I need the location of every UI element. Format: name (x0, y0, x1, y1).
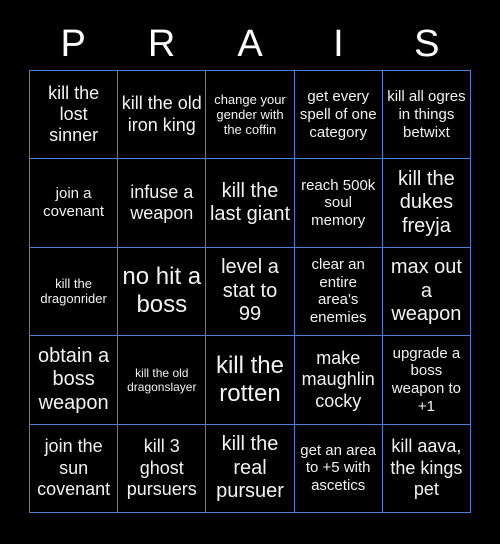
bingo-cell-label: change your gender with the coffin (214, 91, 286, 138)
bingo-cell-label: kill the real pursuer (216, 432, 284, 503)
bingo-header-letter-1: P (60, 23, 86, 65)
bingo-cell-r4c3[interactable]: kill the rotten (206, 336, 295, 425)
bingo-cell-label: get an area to +5 with ascetics (300, 441, 377, 495)
bingo-cell-r5c4[interactable]: get an area to +5 with ascetics (294, 424, 383, 513)
bingo-cell-r3c3[interactable]: level a stat to 99 (206, 247, 295, 337)
bingo-cell-r5c3[interactable]: kill the real pursuer (206, 424, 295, 513)
bingo-cell-label: kill the dukes freyja (398, 167, 455, 237)
bingo-cell-label: kill 3 ghost pursuers (126, 436, 197, 499)
bingo-board: P R A I S kill the lost sinner kill the old i… (0, 0, 500, 544)
bingo-cell-r2c1[interactable]: join a covenant (30, 159, 119, 248)
bingo-cell-r1c5[interactable]: kill all ogres in things betwixt (382, 71, 471, 160)
bingo-cell-label: level a stat to 99 (221, 256, 279, 326)
bingo-cell-r3c4[interactable]: clear an entire area's enemies (294, 247, 383, 337)
bingo-cell-label: upgrade a boss weapon to +1 (391, 344, 461, 415)
bingo-cell-r4c5[interactable]: upgrade a boss weapon to +1 (382, 336, 471, 425)
bingo-cell-label: join the sun covenant (37, 436, 111, 499)
bingo-cell-label: kill the rotten (215, 351, 284, 407)
bingo-header-letter-5: S (414, 23, 440, 65)
bingo-cell-label: kill aava, the kings pet (390, 436, 463, 499)
bingo-cell-label: clear an entire area's enemies (309, 256, 367, 327)
bingo-cell-r5c1[interactable]: join the sun covenant (30, 424, 119, 513)
bingo-cell-label: max out a weapon (390, 256, 462, 326)
bingo-cell-r1c3[interactable]: change your gender with the coffin (206, 71, 295, 160)
bingo-cell-r4c4[interactable]: make maughlin cocky (294, 336, 383, 425)
bingo-cell-r2c3[interactable]: kill the last giant (206, 159, 295, 248)
bingo-cell-label: no hit a boss (122, 263, 202, 319)
bingo-cell-label: join a covenant (43, 185, 105, 221)
bingo-cell-r1c1[interactable]: kill the lost sinner (30, 71, 119, 160)
bingo-cell-label: obtain a boss weapon (38, 344, 110, 414)
bingo-header-letter-4: I (333, 23, 344, 65)
bingo-cell-r4c2[interactable]: kill the old dragonslayer (118, 336, 207, 425)
bingo-cell-r5c2[interactable]: kill 3 ghost pursuers (118, 424, 207, 513)
bingo-cell-r3c2[interactable]: no hit a boss (118, 247, 207, 337)
bingo-cell-label: kill all ogres in things betwixt (387, 88, 466, 141)
bingo-cell-r4c1[interactable]: obtain a boss weapon (30, 336, 119, 425)
bingo-cell-label: infuse a weapon (130, 181, 194, 224)
bingo-cell-r1c4[interactable]: get every spell of one category (294, 71, 383, 160)
bingo-cell-label: make maughlin cocky (301, 348, 375, 411)
bingo-cell-label: kill the old iron king (121, 93, 202, 135)
bingo-cell-r2c2[interactable]: infuse a weapon (118, 159, 207, 248)
bingo-cell-r2c5[interactable]: kill the dukes freyja (382, 159, 471, 248)
bingo-cell-label: kill the old dragonslayer (127, 365, 197, 394)
bingo-cell-r3c1[interactable]: kill the dragonrider (30, 247, 119, 337)
bingo-header-letter-2: R (147, 23, 176, 65)
bingo-header: PRAIS (29, 18, 471, 70)
bingo-header-letter-3: A (237, 23, 263, 65)
bingo-cell-r5c5[interactable]: kill aava, the kings pet (382, 424, 471, 513)
bingo-cell-label: kill the lost sinner (48, 82, 100, 146)
bingo-cell-label: get every spell of one category (299, 88, 377, 141)
bingo-cell-label: reach 500k soul memory (301, 176, 376, 229)
bingo-cell-label: kill the last giant (209, 179, 291, 226)
bingo-cell-label: kill the dragonrider (40, 276, 107, 307)
bingo-grid: kill the lost sinner kill the old iron ki… (29, 70, 471, 513)
bingo-cell-r3c5[interactable]: max out a weapon (382, 247, 471, 337)
bingo-cell-r1c2[interactable]: kill the old iron king (118, 71, 207, 160)
bingo-cell-r2c4[interactable]: reach 500k soul memory (294, 159, 383, 248)
